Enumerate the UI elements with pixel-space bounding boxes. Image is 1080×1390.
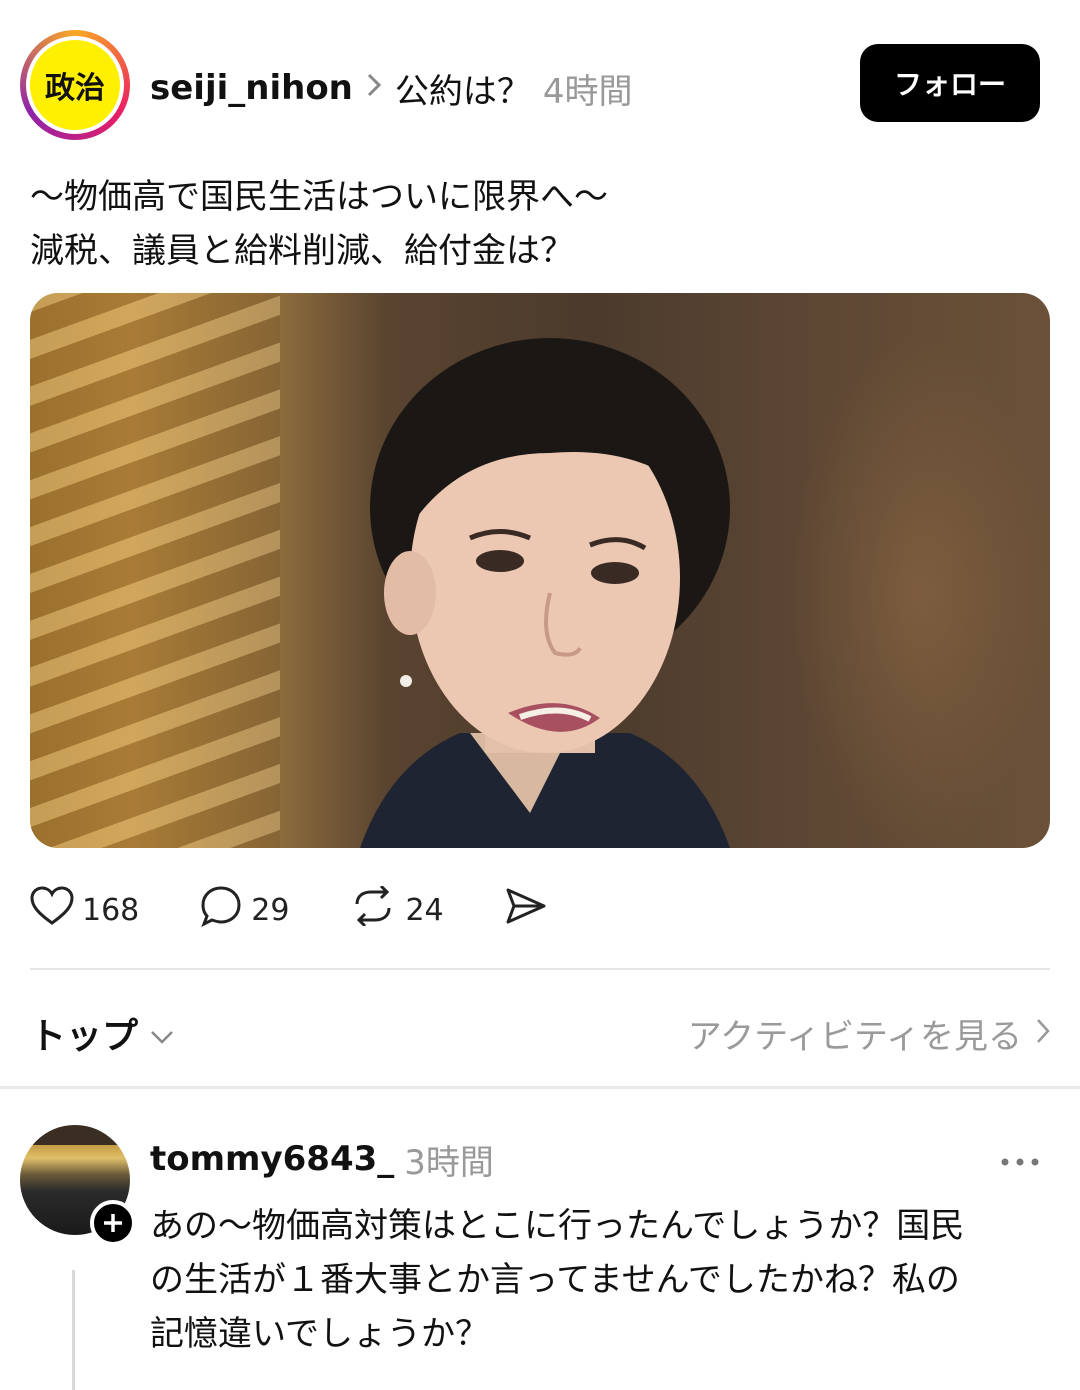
post-header: seiji_nihon 公約は？ 4時間 xyxy=(150,62,633,114)
more-icon[interactable] xyxy=(1000,1140,1040,1175)
comment-button[interactable]: 29 xyxy=(199,884,289,936)
comment-sort-bar: トップ アクティビティを見る xyxy=(30,1005,1050,1061)
like-button[interactable]: 168 xyxy=(30,886,139,934)
comment-icon xyxy=(199,884,243,936)
avatar-label: 政治 xyxy=(30,40,120,130)
share-button[interactable] xyxy=(504,886,548,934)
portrait-illustration xyxy=(360,338,730,848)
section-divider xyxy=(0,1086,1080,1089)
sort-dropdown[interactable]: トップ xyxy=(30,1007,174,1059)
divider xyxy=(30,968,1050,970)
post-text: 〜物価高で国民生活はついに限界へ〜 減税、議員と給料削減、給付金は？ xyxy=(30,170,1050,278)
comment-line: あの〜物価高対策はとこに行ったんでしょうか？国民 xyxy=(150,1206,965,1246)
sort-label: トップ xyxy=(30,1016,139,1057)
username[interactable]: seiji_nihon xyxy=(150,68,353,108)
post-actions: 168 29 24 xyxy=(30,884,608,936)
post-time: 4時間 xyxy=(542,71,633,112)
chevron-right-icon xyxy=(365,69,383,107)
comment-count: 29 xyxy=(251,892,290,928)
heart-icon xyxy=(30,886,74,934)
topic-tag[interactable]: 公約は？ xyxy=(395,64,531,113)
repost-count: 24 xyxy=(405,892,444,928)
chevron-right-icon xyxy=(1036,1013,1050,1053)
like-count: 168 xyxy=(82,892,140,928)
account-avatar[interactable]: 政治 xyxy=(20,30,130,140)
comment-line: の生活が１番大事とか言ってませんでしたかね？私の xyxy=(150,1260,960,1300)
repost-icon xyxy=(349,884,397,934)
plus-icon[interactable] xyxy=(90,1200,136,1246)
activity-label: アクティビティを見る xyxy=(687,1016,1022,1057)
share-icon xyxy=(504,886,548,934)
comment-time: 3時間 xyxy=(404,1142,494,1183)
view-activity-link[interactable]: アクティビティを見る xyxy=(688,1009,1050,1058)
comment-line: 記憶違いでしょうか？ xyxy=(150,1314,489,1354)
commenter-username[interactable]: tommy6843_ xyxy=(150,1139,394,1179)
follow-button[interactable]: フォロー xyxy=(860,44,1040,122)
chevron-down-icon xyxy=(150,1013,174,1054)
comment-header: tommy6843_ 3時間 xyxy=(150,1136,494,1183)
repost-button[interactable]: 24 xyxy=(349,884,444,934)
post-image[interactable] xyxy=(30,293,1050,848)
thread-line xyxy=(72,1270,75,1390)
post-line: 減税、議員と給料削減、給付金は？ xyxy=(30,231,574,271)
comment-text: あの〜物価高対策はとこに行ったんでしょうか？国民 の生活が１番大事とか言ってませ… xyxy=(150,1199,1050,1361)
post-line: 〜物価高で国民生活はついに限界へ〜 xyxy=(30,177,608,217)
